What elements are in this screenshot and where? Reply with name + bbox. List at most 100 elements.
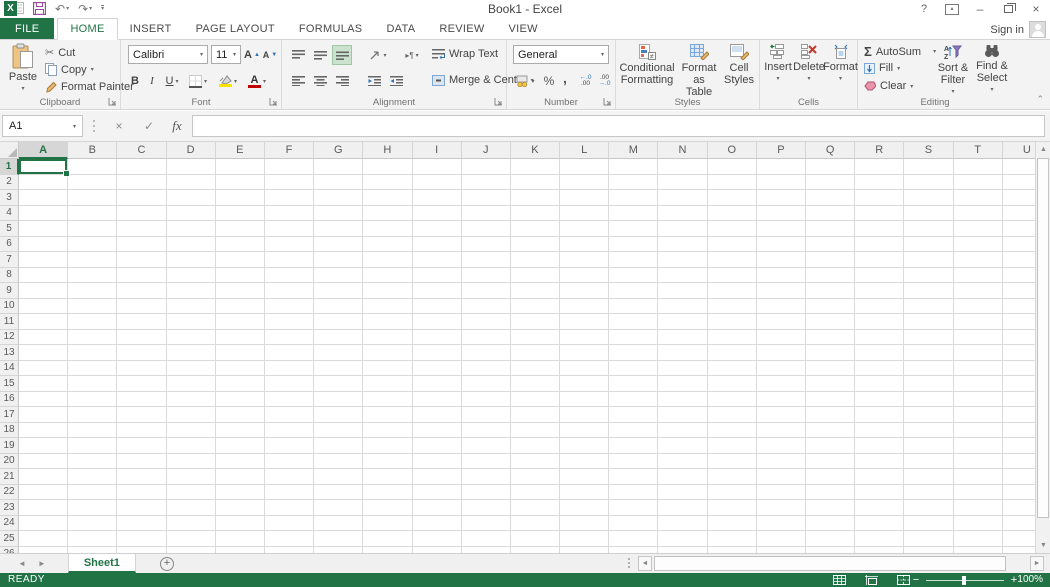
cell-M6[interactable]: [609, 236, 659, 252]
cell-O25[interactable]: [707, 531, 757, 547]
cell-O9[interactable]: [707, 283, 757, 299]
cell-O13[interactable]: [707, 345, 757, 361]
cell-F14[interactable]: [264, 360, 315, 376]
cell-K8[interactable]: [510, 267, 561, 283]
cell-P6[interactable]: [756, 236, 806, 252]
tab-file[interactable]: FILE: [0, 18, 55, 39]
row-header-21[interactable]: 21: [0, 469, 19, 485]
sheet-tab-sheet1[interactable]: Sheet1: [67, 554, 136, 573]
number-format-select[interactable]: General ▾: [513, 45, 609, 64]
paste-dropdown[interactable]: ▾: [21, 85, 24, 92]
cell-H12[interactable]: [363, 329, 413, 345]
cell-C18[interactable]: [117, 422, 167, 438]
cell-Q6[interactable]: [806, 236, 856, 252]
cell-C16[interactable]: [117, 391, 167, 407]
cell-H24[interactable]: [363, 515, 413, 531]
cell-O1[interactable]: [707, 159, 757, 175]
cell-D3[interactable]: [166, 190, 216, 206]
cell-M23[interactable]: [609, 500, 659, 516]
cell-M15[interactable]: [609, 376, 659, 392]
cell-F25[interactable]: [264, 531, 315, 547]
cell-Q21[interactable]: [806, 469, 856, 485]
cell-M20[interactable]: [609, 453, 659, 469]
cell-M16[interactable]: [609, 391, 659, 407]
cell-T22[interactable]: [953, 484, 1003, 500]
cell-N11[interactable]: [658, 314, 708, 330]
row-header-24[interactable]: 24: [0, 515, 19, 531]
zoom-out-button[interactable]: −: [910, 574, 922, 586]
number-dialog-launcher[interactable]: [603, 97, 612, 106]
cell-Q13[interactable]: [806, 345, 856, 361]
cell-K13[interactable]: [510, 345, 561, 361]
cell-S2[interactable]: [904, 174, 954, 190]
sign-in[interactable]: Sign in: [990, 21, 1046, 38]
column-header-T[interactable]: T: [953, 142, 1003, 159]
comma-style-button[interactable]: ,: [559, 68, 571, 88]
cell-E10[interactable]: [215, 298, 265, 314]
increase-indent-button[interactable]: [386, 71, 406, 91]
cell-A6[interactable]: [19, 236, 69, 252]
cell-L25[interactable]: [560, 531, 610, 547]
row-header-9[interactable]: 9: [0, 283, 19, 299]
cell-T23[interactable]: [953, 500, 1003, 516]
cell-R11[interactable]: [855, 314, 905, 330]
cell-U11[interactable]: [1002, 314, 1035, 330]
cell-D25[interactable]: [166, 531, 216, 547]
cell-D13[interactable]: [166, 345, 216, 361]
cell-O10[interactable]: [707, 298, 757, 314]
cell-B11[interactable]: [68, 314, 118, 330]
cell-R17[interactable]: [855, 407, 905, 423]
cell-J9[interactable]: [461, 283, 511, 299]
cell-F13[interactable]: [264, 345, 315, 361]
cell-N14[interactable]: [658, 360, 708, 376]
cell-R10[interactable]: [855, 298, 905, 314]
cell-J5[interactable]: [461, 221, 511, 237]
cell-H8[interactable]: [363, 267, 413, 283]
autosum-button[interactable]: Σ AutoSum ▾: [864, 44, 936, 59]
cell-O8[interactable]: [707, 267, 757, 283]
cell-T21[interactable]: [953, 469, 1003, 485]
cut-button[interactable]: ✂ Cut: [45, 46, 75, 60]
minimize-button[interactable]: –: [970, 1, 990, 17]
row-header-1[interactable]: 1: [0, 159, 19, 175]
cell-H25[interactable]: [363, 531, 413, 547]
cell-Q14[interactable]: [806, 360, 856, 376]
cell-U1[interactable]: [1002, 159, 1035, 175]
cell-F2[interactable]: [264, 174, 315, 190]
copy-button[interactable]: Copy ▾: [45, 63, 94, 76]
cell-G11[interactable]: [314, 314, 364, 330]
cell-G24[interactable]: [314, 515, 364, 531]
cell-D24[interactable]: [166, 515, 216, 531]
cell-T15[interactable]: [953, 376, 1003, 392]
cell-R20[interactable]: [855, 453, 905, 469]
cell-K3[interactable]: [510, 190, 561, 206]
scroll-down-button[interactable]: ▼: [1036, 538, 1050, 553]
cell-L6[interactable]: [560, 236, 610, 252]
cell-I12[interactable]: [412, 329, 462, 345]
cell-E7[interactable]: [215, 252, 265, 268]
cell-I1[interactable]: [412, 159, 462, 175]
cell-O12[interactable]: [707, 329, 757, 345]
cell-T25[interactable]: [953, 531, 1003, 547]
cell-A5[interactable]: [19, 221, 69, 237]
cell-B6[interactable]: [68, 236, 118, 252]
cell-A7[interactable]: [19, 252, 69, 268]
cell-N13[interactable]: [658, 345, 708, 361]
cell-M12[interactable]: [609, 329, 659, 345]
cell-I18[interactable]: [412, 422, 462, 438]
cell-G8[interactable]: [314, 267, 364, 283]
cell-B15[interactable]: [68, 376, 118, 392]
cell-F21[interactable]: [264, 469, 315, 485]
cell-O11[interactable]: [707, 314, 757, 330]
cell-G10[interactable]: [314, 298, 364, 314]
cell-Q16[interactable]: [806, 391, 856, 407]
cell-B21[interactable]: [68, 469, 118, 485]
cell-B23[interactable]: [68, 500, 118, 516]
cell-N8[interactable]: [658, 267, 708, 283]
cell-U19[interactable]: [1002, 438, 1035, 454]
cell-N6[interactable]: [658, 236, 708, 252]
cell-D9[interactable]: [166, 283, 216, 299]
increase-decimal-button[interactable]: ←.0.00: [577, 71, 594, 91]
cell-D16[interactable]: [166, 391, 216, 407]
cell-K17[interactable]: [510, 407, 561, 423]
